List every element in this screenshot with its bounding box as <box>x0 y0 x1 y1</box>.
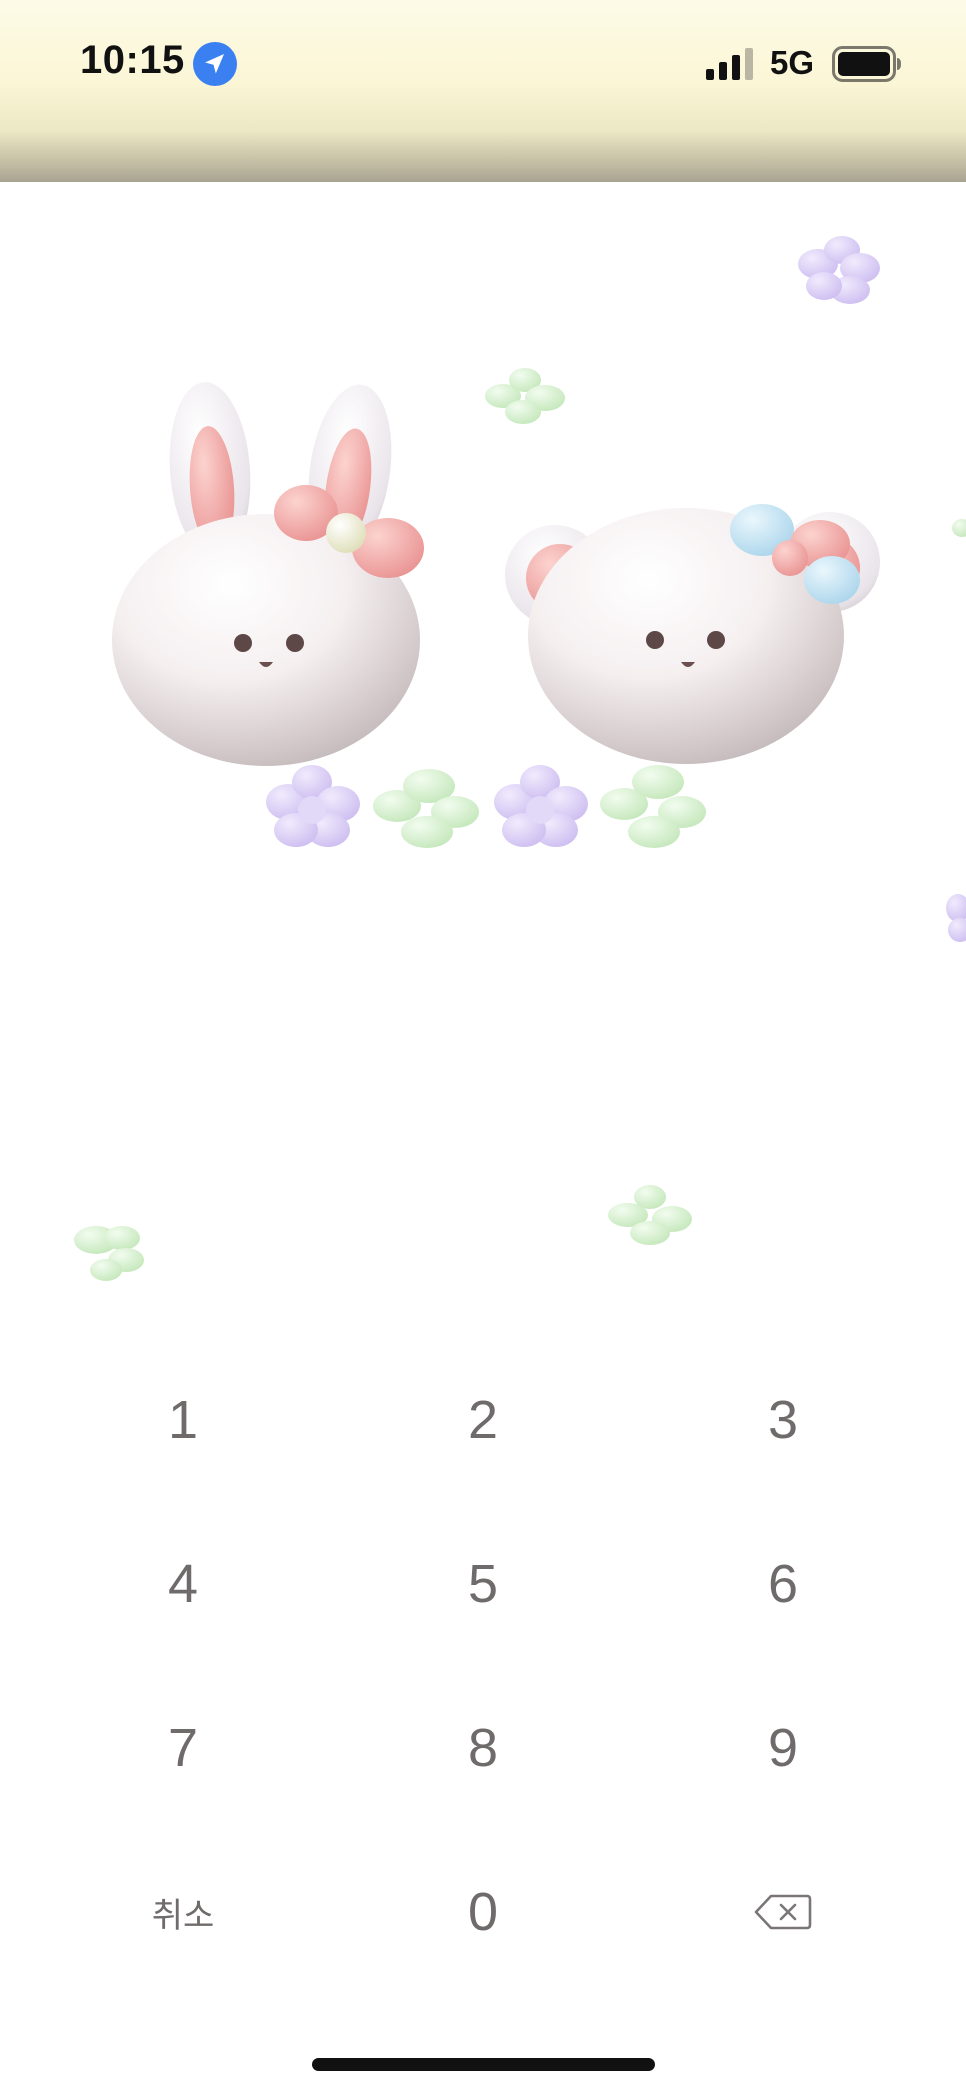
backspace-icon <box>754 1894 812 1930</box>
leaf-decoration <box>608 1185 692 1245</box>
key-6[interactable]: 6 <box>683 1519 883 1649</box>
status-bar: 10:15 5G <box>0 0 966 182</box>
key-7[interactable]: 7 <box>83 1683 283 1813</box>
leaf-decoration <box>485 368 565 424</box>
key-9[interactable]: 9 <box>683 1683 883 1813</box>
leaf-decoration <box>373 769 479 848</box>
key-0[interactable]: 0 <box>383 1847 583 1977</box>
cellular-signal-icon <box>706 48 753 80</box>
status-time: 10:15 <box>80 38 185 82</box>
key-8[interactable]: 8 <box>383 1683 583 1813</box>
key-5[interactable]: 5 <box>383 1519 583 1649</box>
delete-button[interactable] <box>683 1847 883 1977</box>
key-1[interactable]: 1 <box>83 1355 283 1485</box>
key-4[interactable]: 4 <box>83 1519 283 1649</box>
leaf-decoration <box>952 519 966 537</box>
flower-decoration <box>798 236 880 304</box>
network-type: 5G <box>770 44 815 81</box>
flower-decoration <box>494 765 588 847</box>
key-2[interactable]: 2 <box>383 1355 583 1485</box>
bunny-character <box>112 382 424 766</box>
bear-character <box>505 504 880 764</box>
location-arrow-icon <box>193 42 237 86</box>
home-indicator[interactable] <box>312 2058 655 2071</box>
key-3[interactable]: 3 <box>683 1355 883 1485</box>
flower-decoration <box>946 894 966 942</box>
leaf-decoration <box>74 1226 144 1281</box>
battery-icon <box>832 46 901 82</box>
wallpaper-illustration <box>74 236 966 1281</box>
leaf-decoration <box>600 765 706 848</box>
flower-decoration <box>266 765 360 847</box>
lock-screen: 10:15 5G 1 2 3 4 5 6 7 8 9 취소 0 <box>0 0 966 2091</box>
cancel-button[interactable]: 취소 <box>83 1847 283 1977</box>
